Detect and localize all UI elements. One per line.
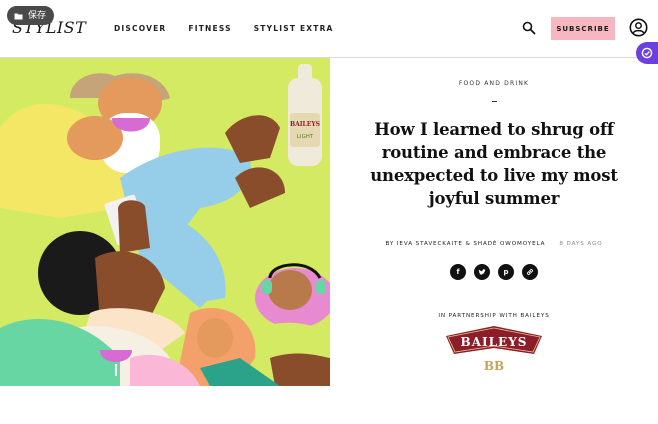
partner-logo-text: BAILEYS — [461, 335, 528, 349]
partnership-label: IN PARTNERSHIP WITH BAILEYS — [438, 313, 550, 319]
facebook-icon[interactable]: f — [450, 264, 466, 280]
category-divider — [492, 101, 497, 102]
baileys-logo[interactable]: BAILEYS BB — [442, 326, 546, 376]
search-icon[interactable] — [522, 21, 536, 35]
hero-illustration: BAILEYS LIGHT — [0, 58, 330, 386]
nav-stylist-extra[interactable]: STYLIST EXTRA — [254, 24, 334, 33]
save-label: 保存 — [28, 10, 47, 20]
article-header: FOOD AND DRINK How I learned to shrug of… — [330, 58, 658, 386]
twitter-icon[interactable] — [474, 264, 490, 280]
nav-fitness[interactable]: FITNESS — [188, 24, 231, 33]
share-buttons: f p — [450, 264, 538, 280]
article-category[interactable]: FOOD AND DRINK — [330, 80, 658, 87]
nav-discover[interactable]: DISCOVER — [114, 24, 166, 33]
main-nav: DISCOVER FITNESS STYLIST EXTRA — [114, 24, 334, 33]
save-button[interactable]: 保存 — [7, 6, 55, 25]
subscribe-button[interactable]: SUBSCRIBE — [551, 17, 615, 40]
article-title: How I learned to shrug off routine and e… — [370, 120, 618, 208]
folder-icon — [14, 13, 23, 19]
link-icon[interactable] — [522, 264, 538, 280]
article-byline: BY IEVA STAVECKAITE & SHADÉ OWOMOYELA 8 D… — [330, 241, 658, 247]
pinterest-icon[interactable]: p — [498, 264, 514, 280]
author-names[interactable]: BY IEVA STAVECKAITE & SHADÉ OWOMOYELA — [385, 241, 545, 247]
bottle-label-variant: LIGHT — [297, 134, 314, 140]
svg-text:BB: BB — [484, 359, 504, 373]
publish-time: 8 DAYS AGO — [559, 241, 603, 247]
site-header: STYLIST 保存 DISCOVER FITNESS STYLIST EXTR… — [0, 0, 658, 58]
account-icon[interactable] — [629, 18, 648, 37]
summer-picnic-illustration: BAILEYS LIGHT — [0, 58, 330, 386]
bottle-label-brand: BAILEYS — [290, 121, 320, 128]
